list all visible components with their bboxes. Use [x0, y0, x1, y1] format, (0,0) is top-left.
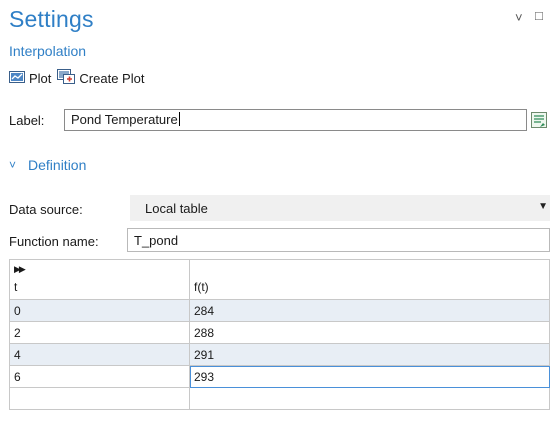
label-field-label: Label: — [9, 113, 45, 128]
label-input-value: Pond Temperature — [71, 112, 178, 127]
function-name-input[interactable]: T_pond — [127, 228, 550, 252]
table-header-row: ▶▶ t f(t) — [9, 259, 550, 300]
label-row: Label: Pond Temperature — [9, 108, 550, 134]
data-source-select[interactable]: Local table ▼ — [130, 195, 550, 221]
plot-button[interactable]: Plot — [9, 70, 51, 87]
definition-section-header[interactable]: ˅ Definition — [9, 157, 86, 173]
maximize-icon[interactable]: □ — [535, 8, 543, 23]
column-header-t-label: t — [14, 280, 18, 294]
collapse-icon[interactable]: ˅ — [515, 10, 523, 25]
table-cell[interactable]: 0 — [9, 299, 190, 322]
table-cell[interactable]: 291 — [189, 343, 550, 366]
toolbar: Plot Create Plot — [9, 68, 150, 88]
table-row-empty — [9, 387, 550, 410]
page-title: Settings — [9, 6, 94, 32]
dropdown-arrow-icon: ▼ — [538, 201, 548, 212]
table-cell-selected[interactable]: 293 — [189, 365, 550, 388]
table-cell[interactable]: 4 — [9, 343, 190, 366]
table-row: 4 291 — [9, 343, 550, 366]
create-plot-icon — [57, 69, 76, 87]
data-source-value: Local table — [145, 201, 208, 216]
table-cell[interactable] — [189, 387, 550, 410]
table-cell[interactable]: 288 — [189, 321, 550, 344]
label-input[interactable]: Pond Temperature — [64, 109, 527, 131]
table-cell[interactable]: 6 — [9, 365, 190, 388]
table-cell[interactable]: 2 — [9, 321, 190, 344]
chevron-down-icon: ˅ — [9, 158, 17, 172]
table-cell[interactable] — [9, 387, 190, 410]
create-plot-button-label: Create Plot — [79, 70, 145, 86]
column-header-ft[interactable]: f(t) — [189, 259, 550, 300]
plot-icon — [9, 70, 25, 87]
table-row: 6 293 — [9, 365, 550, 388]
plot-button-label: Plot — [29, 70, 52, 86]
function-name-label: Function name: — [9, 234, 99, 249]
column-header-ft-label: f(t) — [194, 280, 209, 294]
fast-forward-icon[interactable]: ▶▶ — [14, 264, 26, 275]
definition-section-title: Definition — [28, 157, 87, 173]
page-subtitle: Interpolation — [9, 43, 87, 59]
edit-label-icon[interactable] — [530, 111, 548, 129]
table-row: 0 284 — [9, 299, 550, 322]
column-header-t[interactable]: ▶▶ t — [9, 259, 190, 300]
table-row: 2 288 — [9, 321, 550, 344]
text-caret — [178, 112, 180, 126]
table-cell[interactable]: 284 — [189, 299, 550, 322]
data-source-label: Data source: — [9, 202, 83, 217]
interpolation-table: ▶▶ t f(t) 0 284 2 288 4 291 6 293 — [9, 259, 550, 410]
create-plot-button[interactable]: Create Plot — [57, 69, 144, 87]
